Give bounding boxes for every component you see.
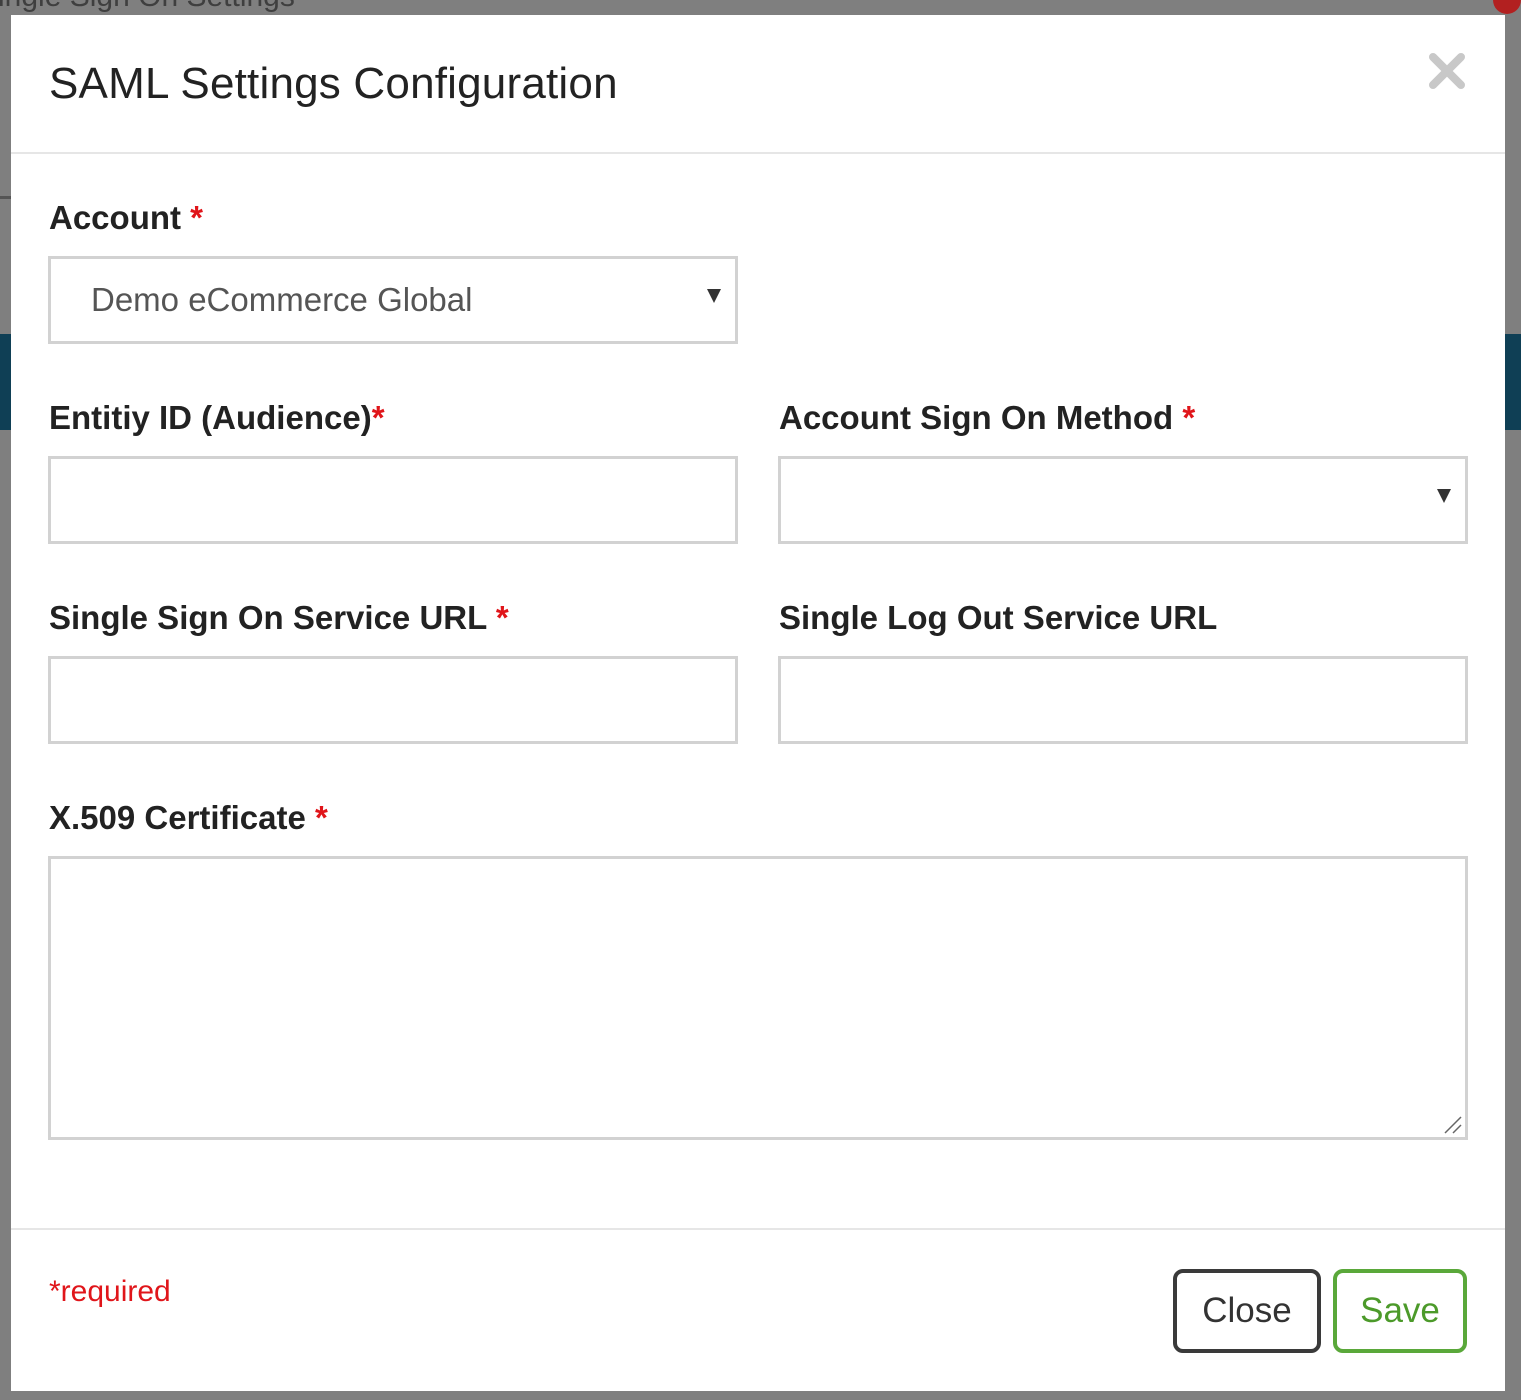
required-asterisk: * xyxy=(371,399,385,436)
slo-url-label: Single Log Out Service URL xyxy=(779,599,1218,636)
save-button[interactable]: Save xyxy=(1333,1269,1467,1353)
resize-handle-icon[interactable] xyxy=(1441,1113,1463,1135)
modal-title: SAML Settings Configuration xyxy=(49,59,618,108)
dropdown-arrow-icon xyxy=(1437,489,1451,503)
sso-url-label: Single Sign On Service URL * xyxy=(49,599,509,636)
certificate-textarea[interactable] xyxy=(48,856,1468,1140)
slo-url-input[interactable] xyxy=(778,656,1468,744)
required-asterisk: * xyxy=(314,799,328,836)
account-label: Account * xyxy=(49,199,204,236)
sign-on-method-label: Account Sign On Method * xyxy=(779,399,1196,436)
account-select-value: Demo eCommerce Global xyxy=(91,281,473,318)
required-asterisk: * xyxy=(1182,399,1196,436)
entity-id-label: Entitiy ID (Audience)* xyxy=(49,399,385,436)
saml-settings-modal: SAML Settings Configuration Account * De… xyxy=(11,15,1505,1391)
certificate-label: X.509 Certificate * xyxy=(49,799,328,836)
sso-url-input[interactable] xyxy=(48,656,738,744)
notification-badge xyxy=(1493,0,1521,14)
close-button[interactable]: Close xyxy=(1173,1269,1321,1353)
background-page-title: Single Sign On Settings xyxy=(0,0,295,14)
entity-id-input[interactable] xyxy=(48,456,738,544)
close-icon[interactable] xyxy=(1427,51,1467,91)
required-asterisk: * xyxy=(190,199,204,236)
required-note: *required xyxy=(49,1275,171,1308)
sign-on-method-select[interactable] xyxy=(778,456,1468,544)
account-select[interactable]: Demo eCommerce Global xyxy=(48,256,738,344)
modal-header: SAML Settings Configuration xyxy=(11,15,1505,154)
dropdown-arrow-icon xyxy=(707,289,721,303)
required-asterisk: * xyxy=(495,599,509,636)
